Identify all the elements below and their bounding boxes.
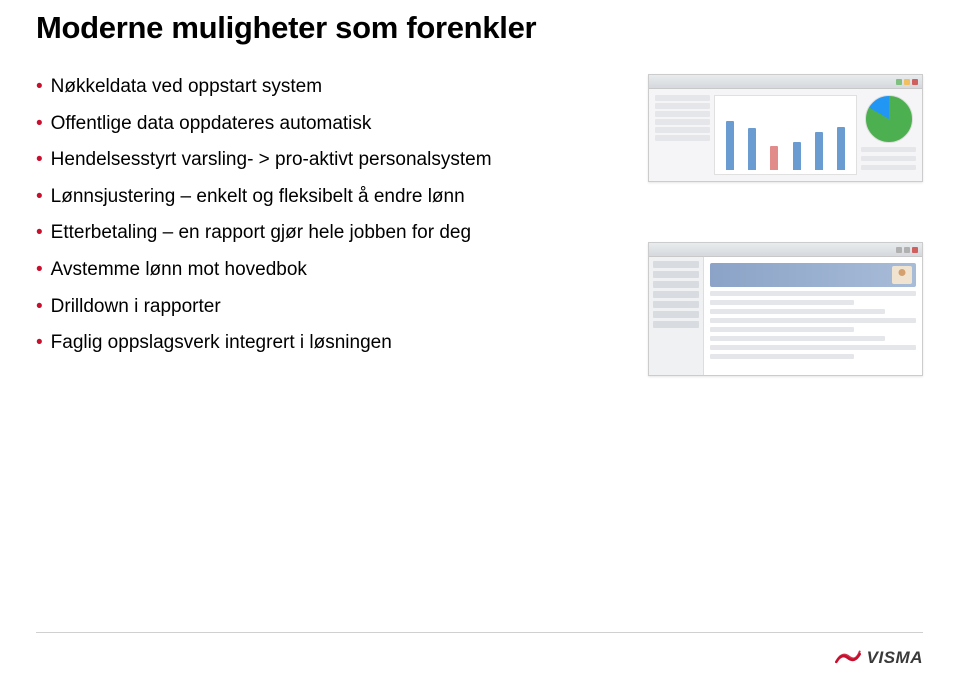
content-row: • Nøkkeldata ved oppstart system • Offen… (36, 74, 923, 376)
legend-row (861, 147, 916, 152)
sidebar-item (653, 261, 699, 268)
bullet-text: Hendelsesstyrt varsling- > pro-aktivt pe… (51, 147, 596, 174)
bullet-icon: • (36, 330, 43, 357)
bullet-item: • Nøkkeldata ved oppstart system (36, 74, 596, 101)
page-title: Moderne muligheter som forenkler (36, 10, 923, 46)
window-chrome (649, 243, 922, 257)
dashboard-legend-right (861, 95, 916, 175)
dashboard-body (649, 89, 922, 181)
close-icon (912, 79, 918, 85)
portal-banner (710, 263, 916, 287)
portal-thumbnail (648, 242, 923, 376)
slide-footer: VISMA (36, 632, 923, 668)
sidebar-item (653, 311, 699, 318)
bullet-icon: • (36, 147, 43, 174)
content-line (710, 354, 854, 359)
logo-swirl-icon (835, 649, 861, 667)
bullet-item: • Hendelsesstyrt varsling- > pro-aktivt … (36, 147, 596, 174)
legend-row (655, 103, 710, 109)
bullet-item: • Drilldown i rapporter (36, 294, 596, 321)
bullet-text: Faglig oppslagsverk integrert i løsninge… (51, 330, 596, 357)
content-line (710, 318, 916, 323)
legend-row (861, 156, 916, 161)
bullet-text: Nøkkeldata ved oppstart system (51, 74, 596, 101)
minimize-icon (896, 79, 902, 85)
bullet-column: • Nøkkeldata ved oppstart system • Offen… (36, 74, 596, 376)
bullet-item: • Faglig oppslagsverk integrert i løsnin… (36, 330, 596, 357)
image-column (616, 74, 923, 376)
brand-logo: VISMA (835, 648, 923, 668)
pie-chart-icon (865, 95, 913, 143)
content-line (710, 309, 885, 314)
content-line (710, 327, 854, 332)
portal-sidebar (649, 257, 704, 375)
chart-bar (770, 146, 778, 171)
bullet-text: Offentlige data oppdateres automatisk (51, 111, 596, 138)
dashboard-thumbnail (648, 74, 923, 182)
content-line (710, 300, 854, 305)
bullet-item: • Lønnsjustering – enkelt og fleksibelt … (36, 184, 596, 211)
bullet-text: Avstemme lønn mot hovedbok (51, 257, 596, 284)
bullet-item: • Etterbetaling – en rapport gjør hele j… (36, 220, 596, 247)
bullet-text: Lønnsjustering – enkelt og fleksibelt å … (51, 184, 596, 211)
maximize-icon (904, 247, 910, 253)
chart-bar (748, 128, 756, 170)
maximize-icon (904, 79, 910, 85)
bullet-item: • Avstemme lønn mot hovedbok (36, 257, 596, 284)
legend-row (655, 95, 710, 101)
bullet-icon: • (36, 257, 43, 284)
bullet-text: Drilldown i rapporter (51, 294, 596, 321)
content-line (710, 291, 916, 296)
bullet-icon: • (36, 220, 43, 247)
minimize-icon (896, 247, 902, 253)
bullet-icon: • (36, 74, 43, 101)
legend-row (655, 119, 710, 125)
sidebar-item (653, 271, 699, 278)
window-chrome (649, 75, 922, 89)
portal-main (704, 257, 922, 375)
bullet-list: • Nøkkeldata ved oppstart system • Offen… (36, 74, 596, 357)
content-line (710, 345, 916, 350)
slide-container: Moderne muligheter som forenkler • Nøkke… (0, 0, 959, 688)
legend-row (861, 165, 916, 170)
sidebar-item (653, 291, 699, 298)
chart-bar (793, 142, 801, 170)
bullet-text: Etterbetaling – en rapport gjør hele job… (51, 220, 596, 247)
sidebar-item (653, 301, 699, 308)
chart-bar (726, 121, 734, 170)
sidebar-item (653, 321, 699, 328)
legend-row (655, 127, 710, 133)
content-line (710, 336, 885, 341)
legend-row (655, 111, 710, 117)
portal-body (649, 257, 922, 375)
bullet-icon: • (36, 111, 43, 138)
bullet-item: • Offentlige data oppdateres automatisk (36, 111, 596, 138)
bar-chart-icon (714, 95, 857, 175)
chart-bar (837, 127, 845, 170)
legend-row (655, 135, 710, 141)
brand-name: VISMA (867, 648, 923, 668)
avatar-icon (892, 266, 912, 284)
bullet-icon: • (36, 184, 43, 211)
close-icon (912, 247, 918, 253)
chart-bar (815, 132, 823, 171)
bullet-icon: • (36, 294, 43, 321)
dashboard-legend-left (655, 95, 710, 175)
sidebar-item (653, 281, 699, 288)
